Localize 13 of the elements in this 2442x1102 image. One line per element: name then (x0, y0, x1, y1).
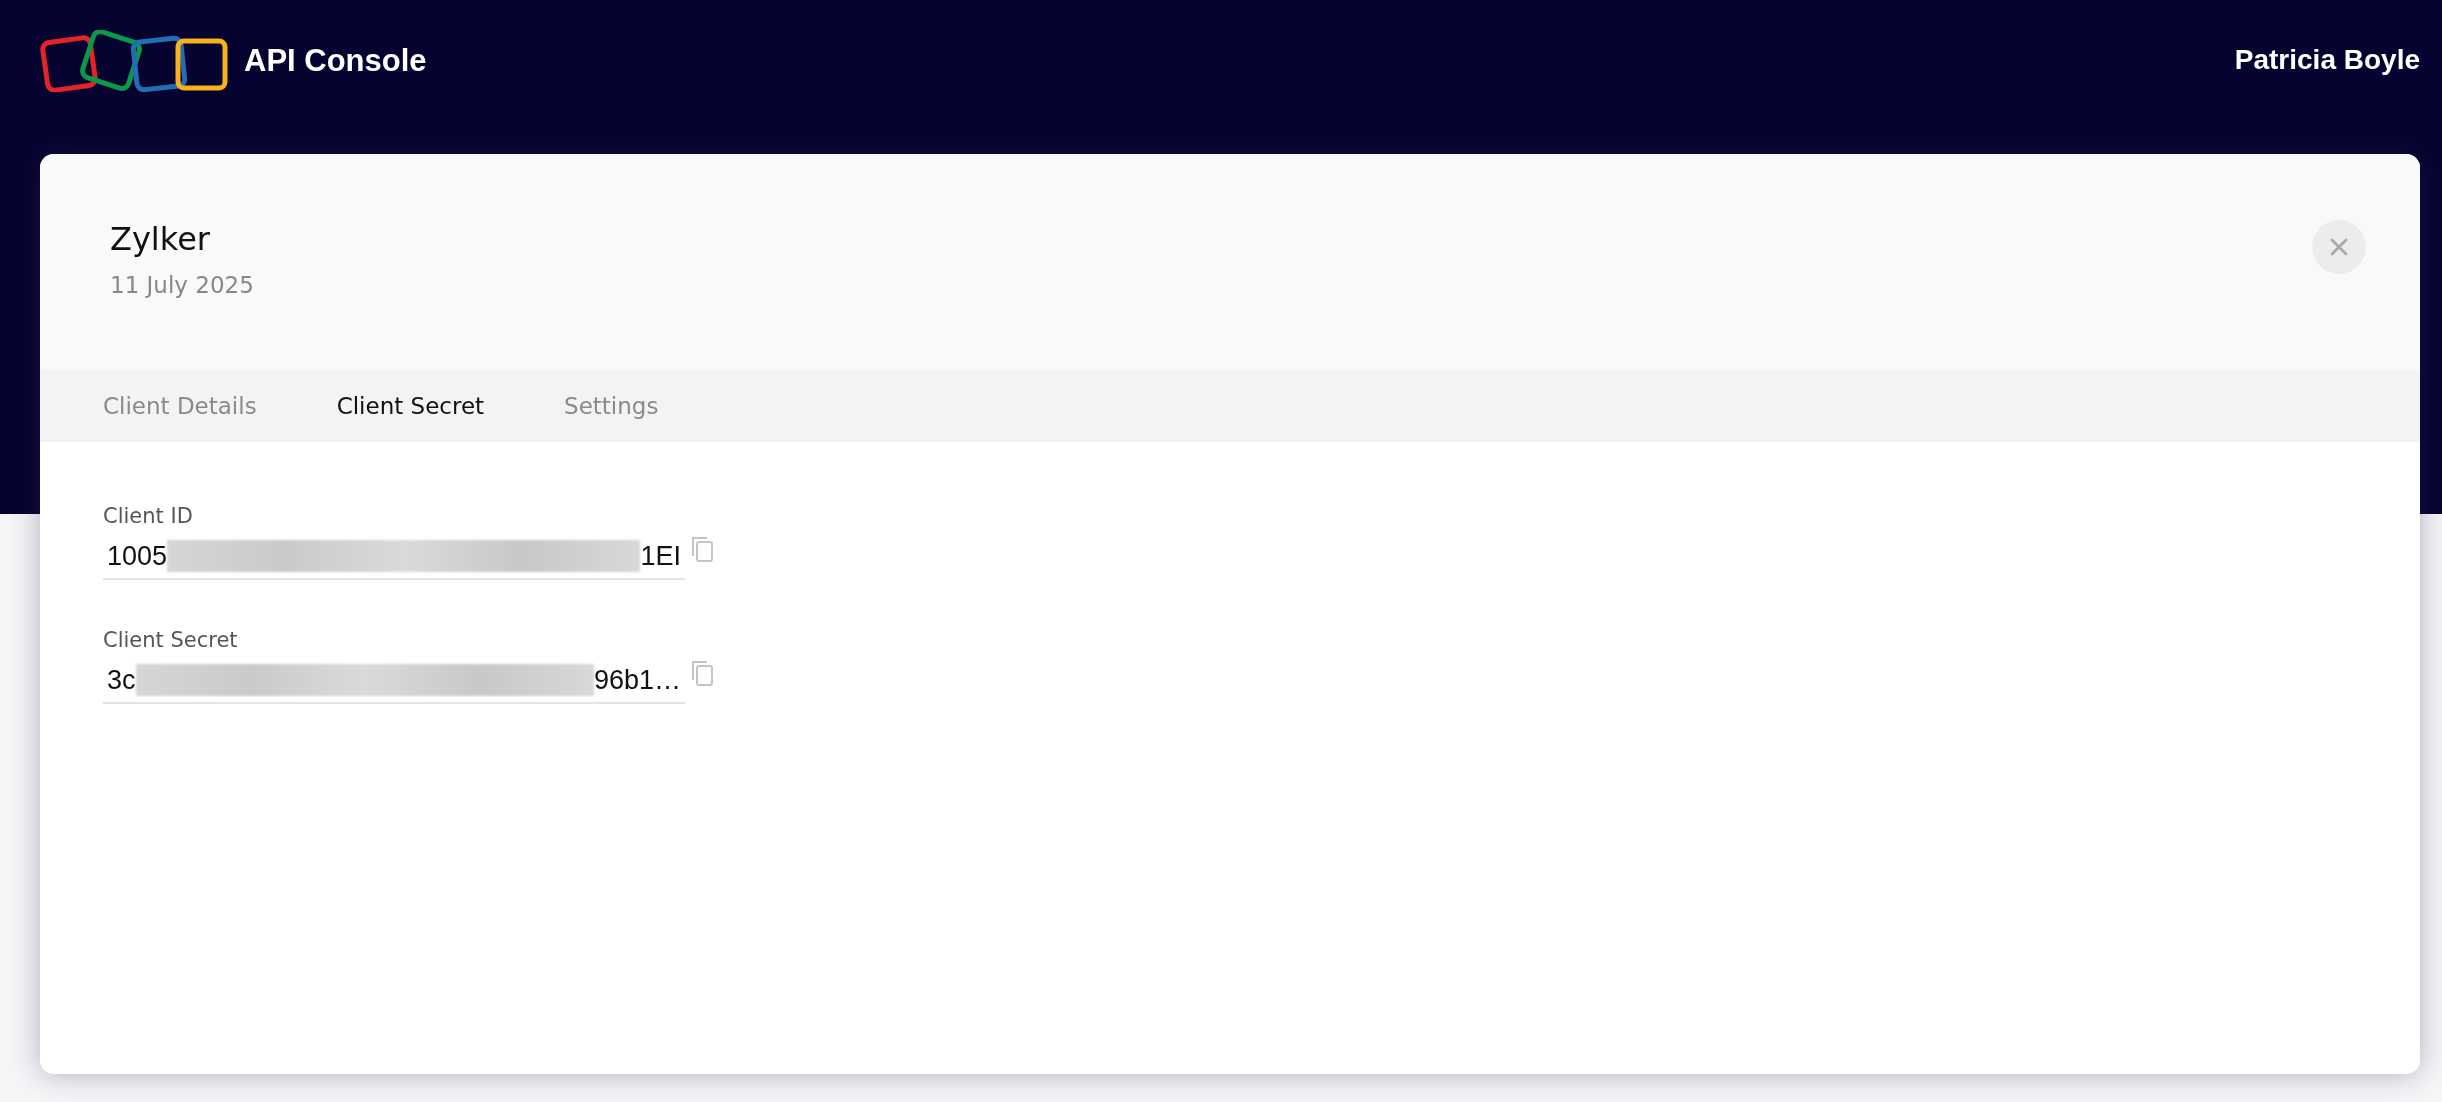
field-label: Client Secret (103, 628, 239, 652)
field-label: Client ID (103, 504, 194, 528)
close-icon (2330, 238, 2348, 256)
copy-icon[interactable] (691, 660, 713, 686)
tab[interactable]: Client Secret (296, 385, 525, 427)
client-date: 11 July 2025 (110, 272, 254, 298)
value-field[interactable]: 1005 1EI (103, 536, 685, 580)
user-name[interactable]: Patricia Boyle (2234, 44, 2420, 76)
copy-icon[interactable] (691, 536, 713, 562)
client-name: Zylker (110, 220, 211, 258)
value-field[interactable]: 3c 96b1… (103, 660, 685, 704)
logo-icon (40, 30, 230, 92)
app-title: API Console (244, 43, 427, 79)
